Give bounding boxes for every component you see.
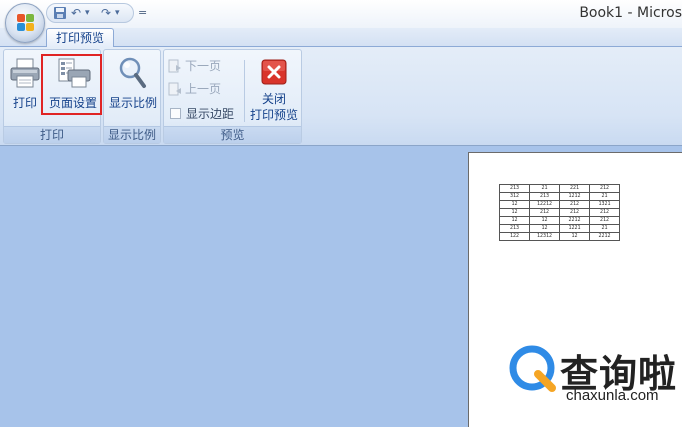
undo-icon[interactable]: ↶ — [71, 5, 81, 22]
undo-dropdown-icon[interactable]: ▾ — [85, 5, 90, 22]
table-cell: 21 — [589, 192, 620, 201]
table-cell: 2212 — [589, 232, 620, 241]
quick-access-toolbar: ↶ ▾ ↷ ▾ — [46, 3, 134, 23]
table-row: 12 12212 212 1321 — [499, 200, 620, 209]
table-cell: 12 — [559, 232, 590, 241]
table-cell: 12 — [529, 216, 560, 225]
table-cell: 312 — [499, 192, 530, 201]
print-button-label: 打印 — [12, 96, 37, 110]
print-group-label: 打印 — [4, 126, 100, 143]
table-row: 213 12 1221 21 — [499, 224, 620, 233]
table-cell: 122 — [499, 232, 530, 241]
table-cell: 212 — [529, 208, 560, 217]
table-row: 312 213 1212 21 — [499, 192, 620, 201]
table-cell: 212 — [589, 208, 620, 217]
watermark-url: chaxunla.com — [566, 387, 659, 404]
table-cell: 21 — [529, 184, 560, 193]
redo-dropdown-icon[interactable]: ▾ — [115, 5, 120, 22]
redo-icon[interactable]: ↷ — [101, 5, 111, 22]
ribbon: 打印 页面设置 打印 显示比例 显示比例 下一页 上一页 显示边距 关闭 打印预… — [0, 46, 682, 146]
print-button[interactable]: 打印 — [6, 54, 44, 126]
table-row: 122 12312 12 2212 — [499, 232, 620, 241]
page-setup-highlight — [41, 54, 102, 115]
table-cell: 1212 — [559, 192, 590, 201]
zoom-button-label: 显示比例 — [108, 96, 157, 110]
tab-print-preview[interactable]: 打印预览 — [46, 28, 115, 47]
customize-toolbar-icon[interactable]: = — [138, 6, 147, 19]
table-cell: 12312 — [529, 232, 560, 241]
printer-icon — [10, 58, 40, 88]
show-margins-label: 显示边距 — [186, 107, 235, 121]
table-cell: 213 — [529, 192, 560, 201]
zoom-group-label: 显示比例 — [104, 126, 160, 143]
table-cell: 12 — [499, 208, 530, 217]
table-cell: 1221 — [559, 224, 590, 233]
next-page-label: 下一页 — [185, 59, 222, 73]
table-cell: 21 — [589, 224, 620, 233]
table-cell: 213 — [499, 184, 530, 193]
table-cell: 212 — [589, 216, 620, 225]
table-row: 213 21 221 212 — [499, 184, 620, 193]
zoom-button[interactable]: 显示比例 — [105, 54, 161, 126]
table-cell: 1321 — [589, 200, 620, 209]
preview-separator — [244, 60, 245, 122]
close-print-preview-button[interactable]: 关闭 打印预览 — [246, 54, 302, 126]
magnifier-icon — [119, 57, 146, 88]
table-cell: 212 — [589, 184, 620, 193]
close-label-line2: 打印预览 — [249, 108, 298, 122]
table-cell: 221 — [559, 184, 590, 193]
office-logo-icon — [17, 14, 35, 32]
show-margins-toggle[interactable]: 显示边距 — [170, 105, 234, 123]
prev-page-icon — [168, 82, 181, 96]
spreadsheet-preview-table: 213 21 221 212 312 213 1212 21 12 12212 212 1321 12 2… — [499, 184, 620, 241]
table-cell: 12 — [499, 200, 530, 209]
zoom-group: 显示比例 显示比例 — [103, 49, 161, 144]
next-page-icon — [168, 59, 181, 73]
watermark-logo-icon — [509, 345, 556, 392]
next-page-button[interactable]: 下一页 — [168, 57, 221, 75]
prev-page-label: 上一页 — [185, 82, 222, 96]
table-cell: 12212 — [529, 200, 560, 209]
window-title: Book1 - Micros — [579, 5, 682, 21]
prev-page-button[interactable]: 上一页 — [168, 80, 221, 98]
table-cell: 12 — [529, 224, 560, 233]
table-cell: 12 — [499, 216, 530, 225]
save-icon[interactable] — [53, 5, 67, 22]
show-margins-checkbox[interactable] — [170, 108, 181, 119]
table-cell: 212 — [559, 208, 590, 217]
table-cell: 2212 — [559, 216, 590, 225]
preview-group-label: 预览 — [164, 126, 301, 143]
table-cell: 212 — [559, 200, 590, 209]
table-row: 12 212 212 212 — [499, 208, 620, 217]
table-cell: 213 — [499, 224, 530, 233]
preview-group: 下一页 上一页 显示边距 关闭 打印预览 预览 — [163, 49, 302, 144]
close-label-line1: 关闭 — [261, 92, 286, 106]
close-icon — [261, 59, 287, 85]
table-row: 12 12 2212 212 — [499, 216, 620, 225]
office-button[interactable] — [5, 3, 45, 43]
